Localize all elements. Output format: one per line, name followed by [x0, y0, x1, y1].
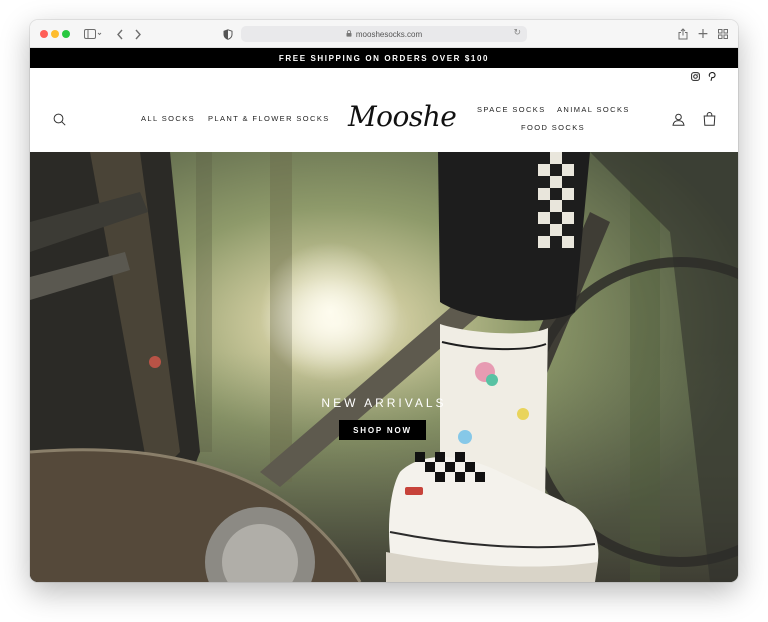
announcement-bar: FREE SHIPPING ON ORDERS OVER $100: [30, 48, 738, 68]
cart-icon[interactable]: [700, 110, 718, 128]
share-icon[interactable]: [676, 26, 690, 42]
announcement-text: FREE SHIPPING ON ORDERS OVER $100: [278, 53, 490, 63]
site-header: ALL SOCKS PLANT & FLOWER SOCKS Mooshe SP…: [30, 86, 738, 152]
hero-banner: NEW ARRIVALS SHOP NOW: [30, 152, 738, 582]
sidebar-icon[interactable]: [82, 26, 104, 42]
browser-window: mooshesocks.com ↻ + FREE SHIPPING ON ORD…: [30, 20, 738, 582]
forward-icon[interactable]: [132, 26, 144, 42]
nav-plant-flower-socks[interactable]: PLANT & FLOWER SOCKS: [208, 114, 330, 123]
pinterest-icon[interactable]: [708, 71, 716, 84]
close-window-button[interactable]: [40, 30, 48, 38]
search-icon[interactable]: [50, 110, 68, 128]
shield-icon[interactable]: [222, 26, 234, 42]
new-tab-icon[interactable]: +: [696, 26, 710, 42]
nav-all-socks[interactable]: ALL SOCKS: [141, 114, 195, 123]
url-text: mooshesocks.com: [355, 29, 423, 39]
social-links: [691, 71, 716, 84]
site-logo[interactable]: Mooshe: [348, 100, 457, 133]
back-icon[interactable]: [114, 26, 126, 42]
reload-icon[interactable]: ↻: [513, 28, 521, 38]
shop-now-button[interactable]: SHOP NOW: [339, 420, 426, 440]
account-icon[interactable]: [669, 110, 687, 128]
lock-icon: [346, 29, 352, 39]
zoom-window-button[interactable]: [62, 30, 70, 38]
hero-photo: [30, 152, 738, 582]
minimize-window-button[interactable]: [51, 30, 59, 38]
address-bar[interactable]: mooshesocks.com ↻: [241, 26, 527, 42]
nav-space-socks[interactable]: SPACE SOCKS: [477, 105, 546, 114]
hero-title: NEW ARRIVALS: [321, 396, 447, 410]
tabs-overview-icon[interactable]: [716, 26, 730, 42]
instagram-icon[interactable]: [691, 72, 700, 84]
browser-toolbar: mooshesocks.com ↻ +: [30, 20, 738, 48]
nav-animal-socks[interactable]: ANIMAL SOCKS: [557, 105, 630, 114]
nav-food-socks[interactable]: FOOD SOCKS: [521, 123, 585, 132]
